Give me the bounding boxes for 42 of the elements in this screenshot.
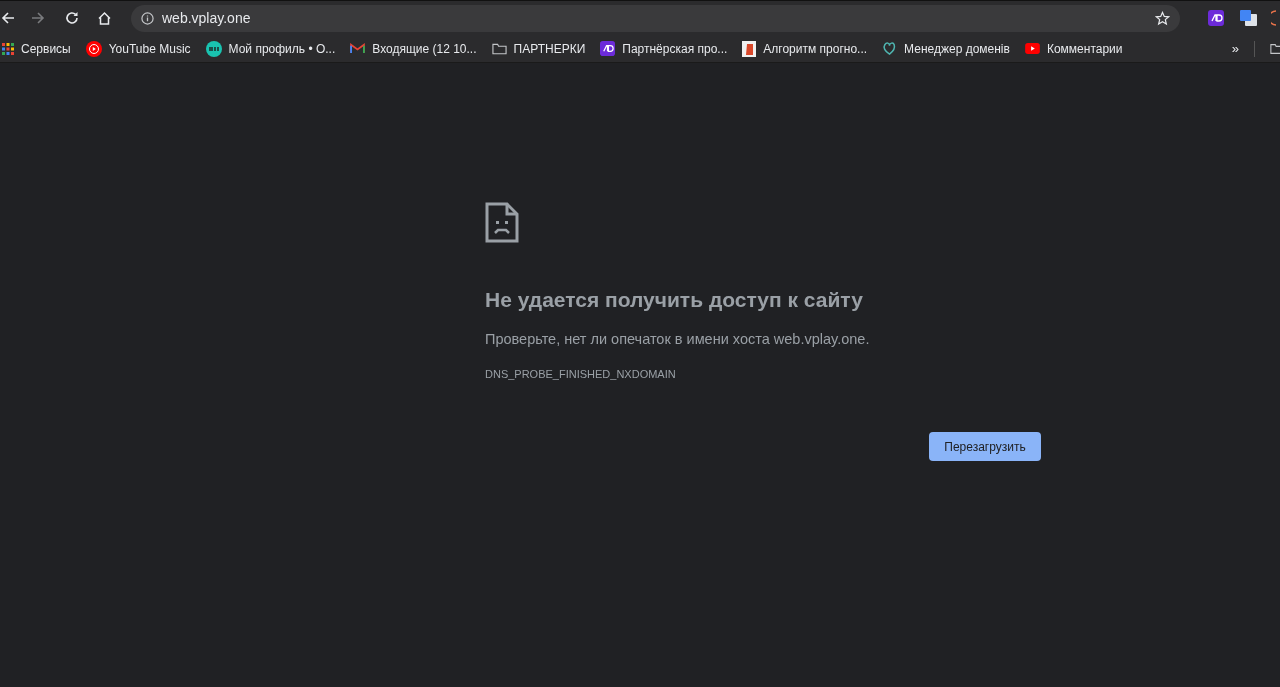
bookmark-label[interactable]: Алгоритм прогно... (763, 39, 868, 58)
play-icon (1024, 43, 1040, 54)
address-bar[interactable]: web.vplay.one (131, 4, 1180, 32)
bookmark[interactable]: Входящие (12 10... (350, 39, 477, 58)
info-icon[interactable] (141, 11, 154, 25)
bookmark[interactable]: ПАРТНЕРКИ (491, 39, 586, 58)
forward-icon[interactable] (31, 11, 45, 25)
folder-icon[interactable] (1270, 42, 1280, 55)
url-text[interactable]: web.vplay.one (162, 7, 251, 29)
bookmark-label[interactable]: Входящие (12 10... (372, 39, 477, 58)
play-circle-icon (85, 40, 102, 57)
reload-icon[interactable] (65, 11, 79, 25)
bookmark-label[interactable]: Партнёрская про... (622, 39, 728, 58)
bookmark-label[interactable]: Комментарии (1046, 39, 1123, 58)
bookmark-label[interactable]: Сервисы (21, 39, 71, 58)
sad-page-icon (485, 202, 519, 243)
bookmark[interactable]: Мой профиль • О... (205, 39, 336, 58)
star-icon[interactable] (1155, 10, 1170, 26)
bookmark[interactable]: Алгоритм прогно... (742, 39, 868, 58)
translate-icon[interactable] (1240, 10, 1257, 26)
bookmark[interactable]: Комментарии (1024, 39, 1123, 58)
bookmark[interactable]: YouTube Music (85, 39, 191, 58)
back-icon[interactable] (1, 11, 15, 25)
bookmark-label[interactable]: YouTube Music (108, 39, 191, 58)
bookmark[interactable]: Менеджер доменів (882, 39, 1010, 58)
error-title: Не удается получить доступ к сайту (485, 287, 864, 313)
apps-grid-icon (2, 42, 14, 55)
bookmark[interactable]: Сервисы (2, 39, 71, 58)
bookmark-label[interactable]: Менеджер доменів (904, 39, 1010, 58)
bookmarks-overflow-button[interactable]: » (1231, 38, 1239, 59)
error-code: DNS_PROBE_FINISHED_NXDOMAIN (485, 366, 677, 382)
bookmark-label[interactable]: ПАРТНЕРКИ (513, 39, 586, 58)
home-icon[interactable] (97, 10, 112, 26)
circle-logo-icon (205, 40, 222, 57)
picture-icon (742, 40, 757, 57)
bookmark[interactable]: Партнёрская про... (600, 39, 728, 58)
reload-button[interactable]: Перезагрузить (929, 432, 1041, 462)
folder-icon (491, 42, 507, 55)
error-message: Проверьте, нет ли опечаток в имени хоста web.vplay.one. (485, 330, 871, 349)
bookmark-label[interactable]: Мой профиль • О... (228, 39, 336, 58)
mail-icon (350, 43, 366, 54)
square-logo-icon (600, 41, 616, 56)
